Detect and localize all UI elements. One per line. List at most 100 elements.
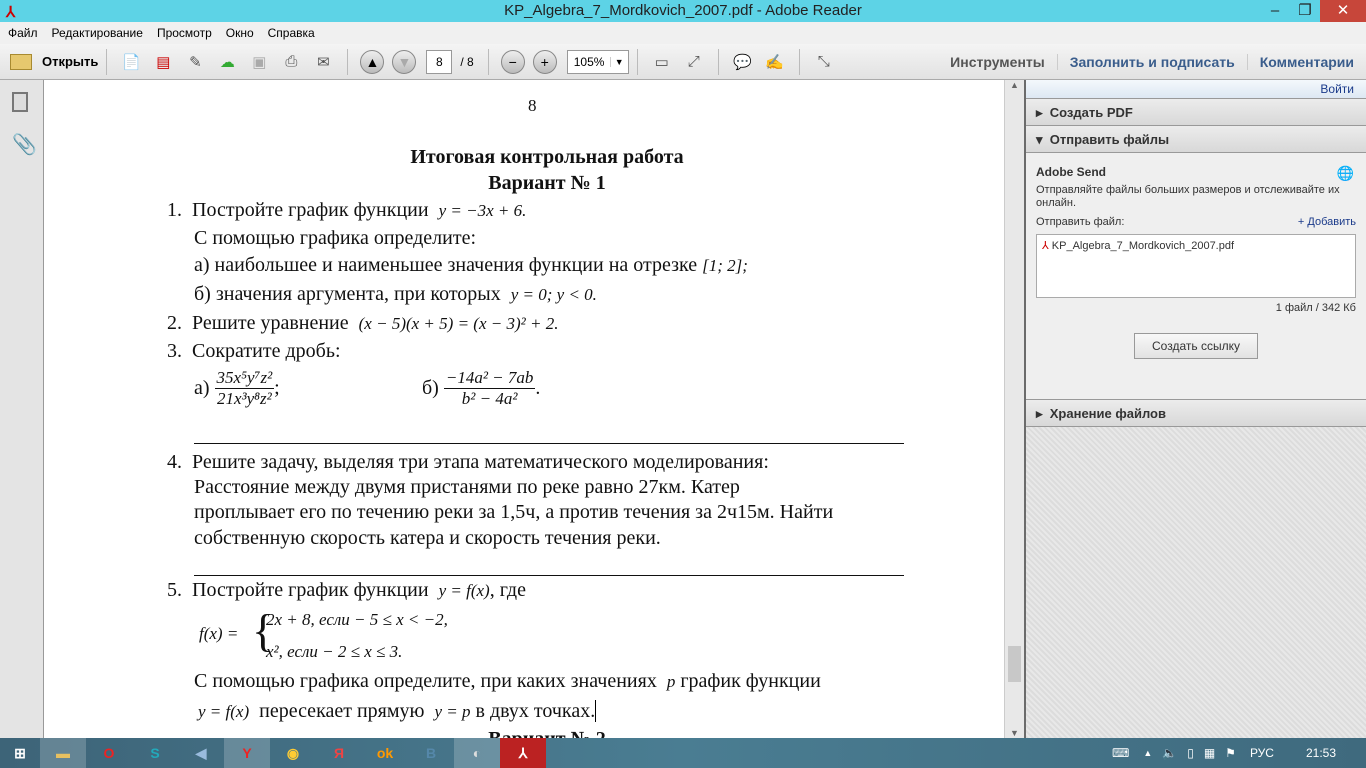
fill-sign-link[interactable]: Заполнить и подписать [1056, 53, 1247, 70]
open-button[interactable]: Открыть [10, 53, 98, 70]
q1-line: б) значения аргумента, при которых y = 0… [194, 283, 597, 305]
title-bar: ⅄ KP_Algebra_7_Mordkovich_2007.pdf - Ado… [0, 0, 1366, 22]
pdf-file-icon: ⅄ [1042, 240, 1049, 252]
zoom-out-button[interactable]: − [500, 49, 525, 74]
adobe-reader-taskbar-icon[interactable]: ⅄ [500, 738, 546, 768]
menu-file[interactable]: Файл [8, 22, 38, 44]
menu-view[interactable]: Просмотр [157, 22, 212, 44]
fraction-b: б) −14a² − 7ab b² − 4a². [422, 368, 541, 408]
comments-link[interactable]: Комментарии [1246, 53, 1366, 70]
taskbar: ⊞ ▬ O S ◀ Y ◉ Я ok B ◐ ⅄ ⌨ ▲ 🔈 ▯ ▦ ⚑ РУС… [0, 738, 1366, 768]
print-icon[interactable]: ⎙ [279, 50, 303, 74]
page-number: 8 [528, 96, 537, 115]
fit-width-icon[interactable]: ⤢ [682, 50, 706, 74]
file-list[interactable]: ⅄ KP_Algebra_7_Mordkovich_2007.pdf [1036, 234, 1356, 298]
q1-line: С помощью графика определите: [194, 227, 477, 249]
send-files-content: Adobe Send 🌐 Отправляйте файлы больших р… [1026, 153, 1366, 400]
save-icon[interactable]: ▣ [247, 50, 271, 74]
globe-share-icon[interactable]: 🌐 [1337, 165, 1354, 182]
upload-cloud-icon[interactable]: ☁ [215, 50, 239, 74]
q5-line: С помощью графика определите, при каких … [194, 670, 821, 692]
divider [194, 575, 904, 576]
q1-line: а) наибольшее и наименьшее значения функ… [194, 254, 748, 276]
fullscreen-icon[interactable]: ⤡ [812, 50, 836, 74]
comment-icon[interactable]: 💬 [731, 50, 755, 74]
next-variant-heading: Вариант № 2 [44, 728, 1004, 738]
email-icon[interactable]: ✉ [311, 50, 335, 74]
file-item[interactable]: KP_Algebra_7_Mordkovich_2007.pdf [1052, 240, 1234, 252]
keyboard-icon[interactable]: ⌨ [1112, 746, 1129, 760]
odnoklassniki-icon[interactable]: ok [362, 738, 408, 768]
menu-edit[interactable]: Редактирование [52, 22, 143, 44]
yandex-browser-icon[interactable]: Y [224, 738, 270, 768]
battery-icon[interactable]: ▯ [1187, 746, 1194, 760]
volume-icon[interactable]: 🔈 [1162, 746, 1177, 760]
minimize-button[interactable]: – [1260, 0, 1290, 22]
close-button[interactable]: ✕ [1320, 0, 1366, 22]
tools-link[interactable]: Инструменты [938, 54, 1057, 70]
question-2: 2. Решите уравнение (x − 5)(x + 5) = (x … [167, 312, 559, 334]
doc-title: Итоговая контрольная работа [410, 146, 684, 168]
page-total: / 8 [460, 54, 474, 69]
page-number-input[interactable]: 8 [426, 49, 453, 74]
question-5: 5. Постройте график функции y = f(x), гд… [167, 579, 526, 601]
question-4: 4. Решите задачу, выделяя три этапа мате… [167, 451, 769, 473]
pages-icon[interactable] [12, 92, 28, 112]
chevron-down-icon: ▼ [609, 56, 628, 67]
menu-window[interactable]: Окно [226, 22, 254, 44]
send-description: Отправляйте файлы больших размеров и отс… [1036, 184, 1340, 209]
login-link[interactable]: Войти [1320, 82, 1354, 96]
window-title: KP_Algebra_7_Mordkovich_2007.pdf - Adobe… [504, 2, 862, 19]
vertical-scrollbar[interactable]: ▲ ▼ [1004, 80, 1024, 738]
divider [194, 443, 904, 444]
clock[interactable]: 21:53 [1306, 746, 1336, 760]
fit-page-icon[interactable]: ▭ [650, 50, 674, 74]
attachment-icon[interactable]: 📎 [12, 132, 37, 157]
q4-line: Расстояние между двумя пристанями по рек… [194, 476, 740, 498]
file-storage-section[interactable]: ▸ Хранение файлов [1026, 400, 1366, 427]
create-pdf-icon[interactable]: 📄 [119, 50, 143, 74]
q4-line: проплывает его по течению реки за 1,5ч, … [194, 501, 834, 523]
adobe-send-heading: Adobe Send [1036, 165, 1107, 179]
prev-page-button[interactable]: ▲ [360, 49, 385, 74]
network-icon[interactable]: ▦ [1204, 746, 1215, 760]
navigation-pane: 📎 [0, 80, 44, 738]
app-icon[interactable]: ◐ [454, 738, 500, 768]
q4-line: собственную скорость катера и скорость т… [194, 527, 661, 549]
toolbar: Открыть 📄 ▤ ✎ ☁ ▣ ⎙ ✉ ▲ ▼ 8 / 8 − + 105%… [0, 44, 1366, 80]
media-icon[interactable]: ◀ [178, 738, 224, 768]
pdf-page: 8 Итоговая контрольная работа Вариант № … [44, 80, 1004, 738]
create-pdf-section[interactable]: ▸ Создать PDF [1026, 99, 1366, 126]
menu-help[interactable]: Справка [268, 22, 315, 44]
case-2: x², если − 2 ≤ x ≤ 3. [266, 642, 403, 661]
zoom-select[interactable]: 105% ▼ [566, 49, 629, 74]
vk-icon[interactable]: B [408, 738, 454, 768]
send-files-section[interactable]: ▾ Отправить файлы [1026, 126, 1366, 153]
menu-bar: Файл Редактирование Просмотр Окно Справк… [0, 22, 1366, 44]
question-1: 1. Постройте график функции y = −3x + 6. [167, 199, 527, 221]
send-file-label: Отправить файл: [1036, 216, 1125, 228]
chrome-icon[interactable]: ◉ [270, 738, 316, 768]
highlight-icon[interactable]: ✍ [763, 50, 787, 74]
skype-icon[interactable]: S [132, 738, 178, 768]
show-hidden-icons[interactable]: ▲ [1143, 748, 1152, 758]
flag-icon[interactable]: ⚑ [1225, 746, 1236, 760]
next-page-button[interactable]: ▼ [392, 49, 417, 74]
question-3: 3. Сократите дробь: [167, 340, 341, 362]
zoom-in-button[interactable]: + [532, 49, 557, 74]
language-indicator[interactable]: РУС [1250, 746, 1274, 760]
edit-icon[interactable]: ✎ [183, 50, 207, 74]
right-panel: Войти ▸ Создать PDF ▾ Отправить файлы Ad… [1026, 80, 1366, 738]
maximize-button[interactable]: ❐ [1290, 0, 1320, 22]
start-button[interactable]: ⊞ [0, 738, 40, 768]
piecewise-label: f(x) = [199, 624, 239, 643]
add-file-link[interactable]: + Добавить [1298, 216, 1356, 228]
explorer-icon[interactable]: ▬ [40, 738, 86, 768]
pdf-settings-icon[interactable]: ▤ [151, 50, 175, 74]
folder-icon [10, 53, 32, 70]
scroll-thumb[interactable] [1008, 646, 1021, 682]
opera-icon[interactable]: O [86, 738, 132, 768]
create-link-button[interactable]: Создать ссылку [1134, 333, 1258, 359]
yandex-icon[interactable]: Я [316, 738, 362, 768]
case-1: 2x + 8, если − 5 ≤ x < −2, [266, 610, 448, 629]
